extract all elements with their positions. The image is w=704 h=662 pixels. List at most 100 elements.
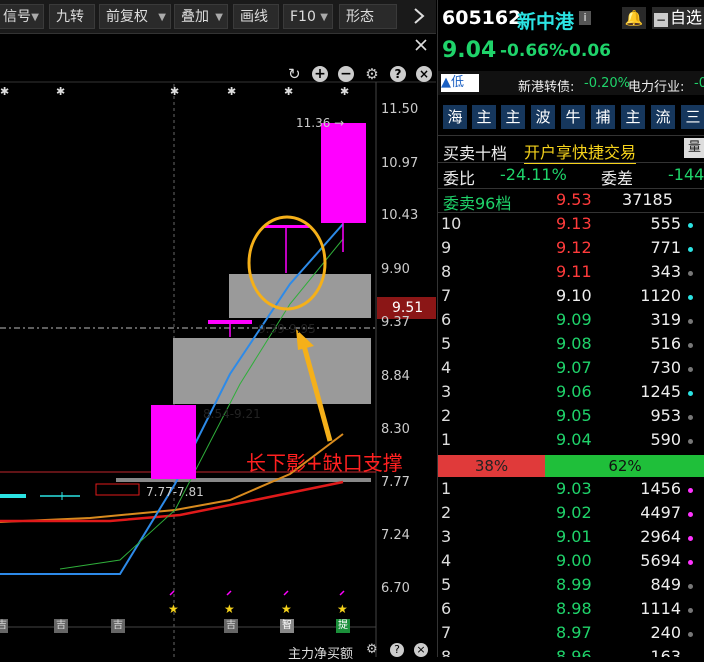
y-tick: 7.24	[381, 528, 410, 543]
svg-text:★: ★	[224, 602, 235, 616]
toolbar-nine-turn-button[interactable]: 九转	[49, 4, 95, 29]
marker-badge: 吉	[54, 619, 68, 633]
svg-text:✱: ✱	[340, 85, 349, 98]
gap-label-3: 7.77-7.81	[146, 485, 204, 499]
wei-bi-value: -24.11%	[500, 165, 567, 184]
svg-text:✱: ✱	[227, 85, 236, 98]
depth-title[interactable]: 买卖十档	[443, 140, 507, 164]
chart-close-icon	[415, 39, 427, 51]
sell-row[interactable]: 8 9.11 343	[438, 262, 704, 286]
marker-badge: 吉	[0, 619, 8, 633]
toolbar-adjust-button[interactable]: 前复权 ▼	[99, 4, 171, 29]
close-panel-icon[interactable]: ×	[416, 66, 432, 82]
refresh-icon[interactable]: ↻	[288, 66, 304, 82]
svg-text:★: ★	[281, 602, 292, 616]
last-price: 9.04	[442, 38, 497, 63]
toolbar-expand-icon[interactable]	[411, 5, 429, 27]
y-tick: 9.37	[381, 315, 410, 330]
top-markers: ✱ ✱ ✱ ✱ ✱ ✱	[0, 85, 349, 98]
info-icon[interactable]: i	[579, 11, 591, 25]
sell-row[interactable]: 4 9.07 730	[438, 358, 704, 382]
toolbar-f10-button[interactable]: F10 ▼	[283, 4, 333, 29]
y-tick: 8.30	[381, 422, 410, 437]
bell-icon[interactable]: 🔔	[622, 7, 646, 29]
wei-cha-value: -144	[668, 165, 704, 184]
sell-row[interactable]: 5 9.08 516	[438, 334, 704, 358]
bond-label: 新港转债:	[518, 80, 575, 95]
high-price-label: 11.36 →	[296, 116, 345, 130]
footer-label[interactable]: 主力净买额	[288, 643, 353, 662]
sell-ratio-bar: 38%	[438, 455, 545, 477]
stock-name: 新中港	[517, 11, 575, 33]
buy-row[interactable]: 4 9.00 5694	[438, 551, 704, 575]
wei-cha-label: 委差	[601, 169, 634, 188]
sell-row[interactable]: 9 9.12 771	[438, 238, 704, 262]
stock-code: 605162	[442, 7, 522, 29]
tag-badge[interactable]: 三	[681, 105, 704, 129]
sell-row[interactable]: 10 9.13 555	[438, 214, 704, 238]
zoom-out-icon[interactable]: −	[338, 66, 354, 82]
current-price-label: 9.51	[392, 300, 424, 316]
footer-close-icon[interactable]: ×	[414, 643, 428, 657]
svg-text:★: ★	[168, 602, 179, 616]
chart-toolbar: 信号 ▼ 九转 前复权 ▼ 叠加 ▼ 画线 F10 ▼ 形态	[0, 0, 436, 34]
toolbar-signal-button[interactable]: 信号 ▼	[0, 4, 44, 29]
annotation-text: 长下影+缺口支撑	[246, 451, 403, 475]
volume-icon[interactable]: 量	[684, 138, 704, 158]
y-tick: 7.77	[381, 475, 410, 490]
svg-text:✱: ✱	[284, 85, 293, 98]
buy-ratio-bar: 62%	[545, 455, 704, 477]
y-tick: 11.50	[381, 102, 419, 117]
buy-row[interactable]: 3 9.01 2964	[438, 527, 704, 551]
quick-trade-link[interactable]: 开户享快捷交易	[524, 139, 637, 164]
wei-bi-label: 委比	[443, 169, 476, 188]
tag-badge[interactable]: 流	[651, 105, 675, 129]
toolbar-draw-button[interactable]: 画线	[233, 4, 279, 29]
tag-badge[interactable]: 牛	[561, 105, 585, 129]
y-tick: 8.84	[381, 369, 410, 384]
sell-row[interactable]: 6 9.09 319	[438, 310, 704, 334]
buy-row[interactable]: 2 9.02 4497	[438, 503, 704, 527]
sell-row[interactable]: 2 9.05 953	[438, 406, 704, 430]
toolbar-overlay-button[interactable]: 叠加 ▼	[174, 4, 228, 29]
svg-text:✱: ✱	[170, 85, 179, 98]
buy-row[interactable]: 5 8.99 849	[438, 575, 704, 599]
kline-chart[interactable]: ✱ ✱ ✱ ✱ ✱ ✱ ★ ★ ★ ★ ↻ + − ⚙ ? × 11.50 10…	[0, 34, 436, 662]
tag-badge[interactable]: 捕	[591, 105, 615, 129]
svg-text:✱: ✱	[56, 85, 65, 98]
buy-row[interactable]: 6 8.98 1114	[438, 599, 704, 623]
y-tick: 6.70	[381, 581, 410, 596]
tag-badge[interactable]: 波	[531, 105, 555, 129]
self-select-button[interactable]: − 自选	[652, 7, 704, 29]
buy-row[interactable]: 1 9.03 1456	[438, 479, 704, 503]
gap-label-2: 8.54-9.21	[203, 407, 261, 421]
risk-badge[interactable]: ▲低	[441, 74, 479, 92]
toolbar-pattern-button[interactable]: 形态	[339, 4, 397, 29]
zoom-in-icon[interactable]: +	[312, 66, 328, 82]
tag-badge[interactable]: 主	[501, 105, 525, 129]
sell96-volume: 37185	[622, 190, 673, 209]
y-tick: 9.90	[381, 262, 410, 277]
settings-icon[interactable]: ⚙	[364, 66, 380, 82]
marker-badge: 智	[280, 619, 294, 633]
marker-badge: 提	[336, 619, 350, 633]
buy-row[interactable]: 7 8.97 240	[438, 623, 704, 647]
sell96-price: 9.53	[556, 190, 592, 209]
industry-value: -0	[694, 76, 704, 91]
footer-settings-icon[interactable]: ⚙	[366, 643, 380, 657]
sell-row[interactable]: 1 9.04 590	[438, 430, 704, 454]
help-icon[interactable]: ?	[390, 66, 406, 82]
tag-badge[interactable]: 主	[621, 105, 645, 129]
tag-badge[interactable]: 主	[472, 105, 496, 129]
sell96-label: 委卖96档	[443, 194, 512, 213]
bond-value: -0.20%	[584, 76, 630, 91]
quote-panel: 605162 新中港 i 🔔 − 自选 9.04 -0.66% -0.06 ▲低 …	[437, 0, 704, 657]
y-tick: 10.97	[381, 156, 419, 171]
tag-badge[interactable]: 海	[443, 105, 467, 129]
sell-row[interactable]: 3 9.06 1245	[438, 382, 704, 406]
buy-row[interactable]: 8 8.96 163	[438, 647, 704, 657]
candle-4	[321, 123, 366, 223]
y-tick: 10.43	[381, 208, 419, 223]
footer-help-icon[interactable]: ?	[390, 643, 404, 657]
sell-row[interactable]: 7 9.10 1120	[438, 286, 704, 310]
